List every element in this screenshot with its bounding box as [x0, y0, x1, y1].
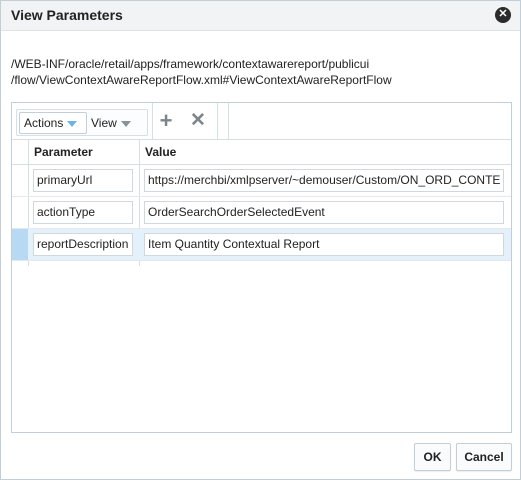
table-toolbar: Actions View + ✕ — [12, 103, 511, 140]
view-parameters-dialog: View Parameters ✕ /WEB-INF/oracle/retail… — [0, 0, 521, 480]
column-header-value[interactable]: Value — [139, 140, 176, 164]
toolbar-divider — [217, 103, 218, 139]
parameter-cell[interactable]: reportDescription — [33, 233, 133, 256]
value-cell[interactable]: https://merchbi/xmlpserver/~demouser/Cus… — [144, 169, 504, 192]
chevron-down-icon — [67, 120, 78, 127]
row-selector[interactable] — [12, 197, 28, 228]
table-row[interactable]: actionType OrderSearchOrderSelectedEvent — [12, 197, 511, 229]
close-icon[interactable]: ✕ — [495, 7, 511, 23]
ok-button[interactable]: OK — [414, 443, 451, 471]
parameters-table-panel: Actions View + ✕ Parameter Value primary… — [11, 102, 512, 433]
flow-path-line-1: /WEB-INF/oracle/retail/apps/framework/co… — [11, 57, 370, 71]
table-header: Parameter Value — [12, 140, 511, 165]
actions-menu-label: Actions — [24, 116, 64, 130]
row-selector[interactable] — [12, 165, 28, 196]
actions-menu[interactable]: Actions — [19, 112, 87, 134]
x-icon[interactable]: ✕ — [188, 111, 208, 131]
parameter-cell[interactable]: primaryUrl — [33, 169, 133, 192]
table-row-selected[interactable]: reportDescription Item Quantity Contextu… — [12, 229, 511, 261]
row-selector[interactable] — [12, 229, 28, 260]
column-header-parameter[interactable]: Parameter — [28, 140, 93, 164]
toolbar-divider — [228, 103, 229, 139]
toolbar-divider — [152, 103, 153, 139]
value-cell[interactable]: OrderSearchOrderSelectedEvent — [144, 201, 504, 224]
cancel-button[interactable]: Cancel — [456, 443, 512, 471]
flow-path: /WEB-INF/oracle/retail/apps/framework/co… — [11, 56, 511, 88]
toolbar-menu-group: Actions View — [16, 109, 148, 136]
dialog-title: View Parameters — [11, 7, 123, 23]
table-row[interactable]: primaryUrl https://merchbi/xmlpserver/~d… — [12, 165, 511, 197]
plus-icon[interactable]: + — [156, 110, 176, 132]
chevron-down-icon — [120, 120, 131, 127]
view-menu-label: View — [91, 116, 117, 130]
flow-path-line-2: /flow/ViewContextAwareReportFlow.xml#Vie… — [11, 73, 392, 87]
parameter-cell[interactable]: actionType — [33, 201, 133, 224]
view-menu[interactable]: View — [91, 113, 131, 133]
value-cell[interactable]: Item Quantity Contextual Report — [144, 233, 504, 256]
dialog-titlebar: View Parameters ✕ — [1, 1, 520, 31]
